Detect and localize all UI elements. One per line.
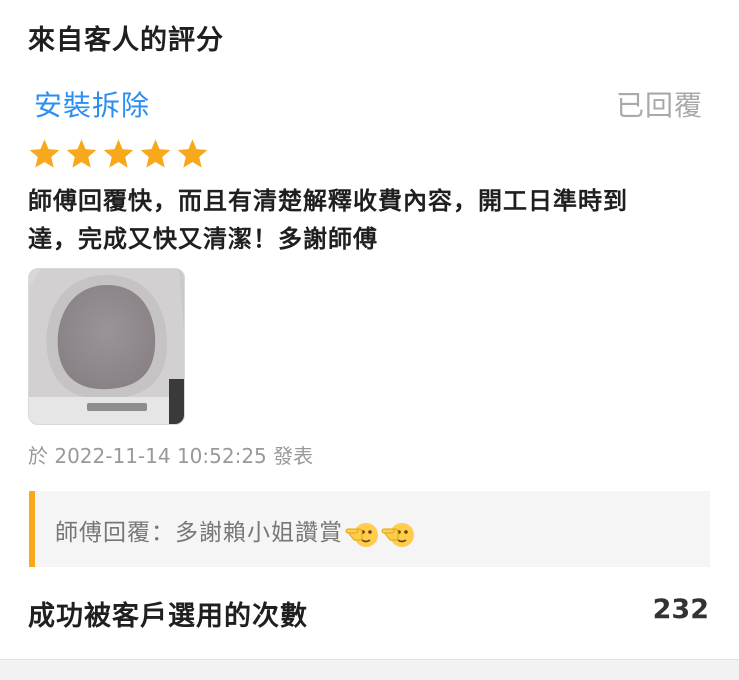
star-icon [66, 139, 97, 168]
replied-status-label: 已回覆 [615, 89, 703, 122]
technician-reply-text: 師傅回覆：多謝賴小姐讚賞 [55, 520, 343, 546]
section-divider [0, 659, 739, 680]
times-selected-label: 成功被客戶選用的次數 [28, 601, 308, 632]
star-rating [28, 138, 209, 169]
review-photo[interactable] [28, 268, 185, 425]
reply-emojis [345, 517, 415, 551]
star-icon [177, 139, 208, 168]
section-title: 來自客人的評分 [28, 25, 224, 56]
star-icon [103, 139, 134, 168]
star-icon [29, 139, 60, 168]
service-name-link[interactable]: 安裝拆除 [34, 84, 150, 124]
review-text-line: 師傅回覆快，而且有清楚解釋收費內容，開工日準時到 [28, 187, 628, 215]
technician-reply: 師傅回覆：多謝賴小姐讚賞 [55, 513, 415, 551]
pointing-left-face-icon [381, 522, 414, 547]
pointing-left-face-icon [345, 522, 378, 547]
star-icon [140, 139, 171, 168]
review-timestamp: 於 2022-11-14 10:52:25 發表 [28, 444, 314, 468]
times-selected-value: 232 [652, 594, 709, 625]
toilet-seat-photo [29, 269, 184, 424]
review-page: 來自客人的評分 安裝拆除 已回覆 師傅回覆快，而且有清楚解釋收費內容，開工日準時… [0, 0, 739, 680]
review-text: 師傅回覆快，而且有清楚解釋收費內容，開工日準時到 達，完成又快又清潔！多謝師傅 [28, 182, 708, 258]
review-text-line: 達，完成又快又清潔！多謝師傅 [28, 225, 378, 253]
technician-reply-box: 師傅回覆：多謝賴小姐讚賞 [29, 491, 710, 567]
